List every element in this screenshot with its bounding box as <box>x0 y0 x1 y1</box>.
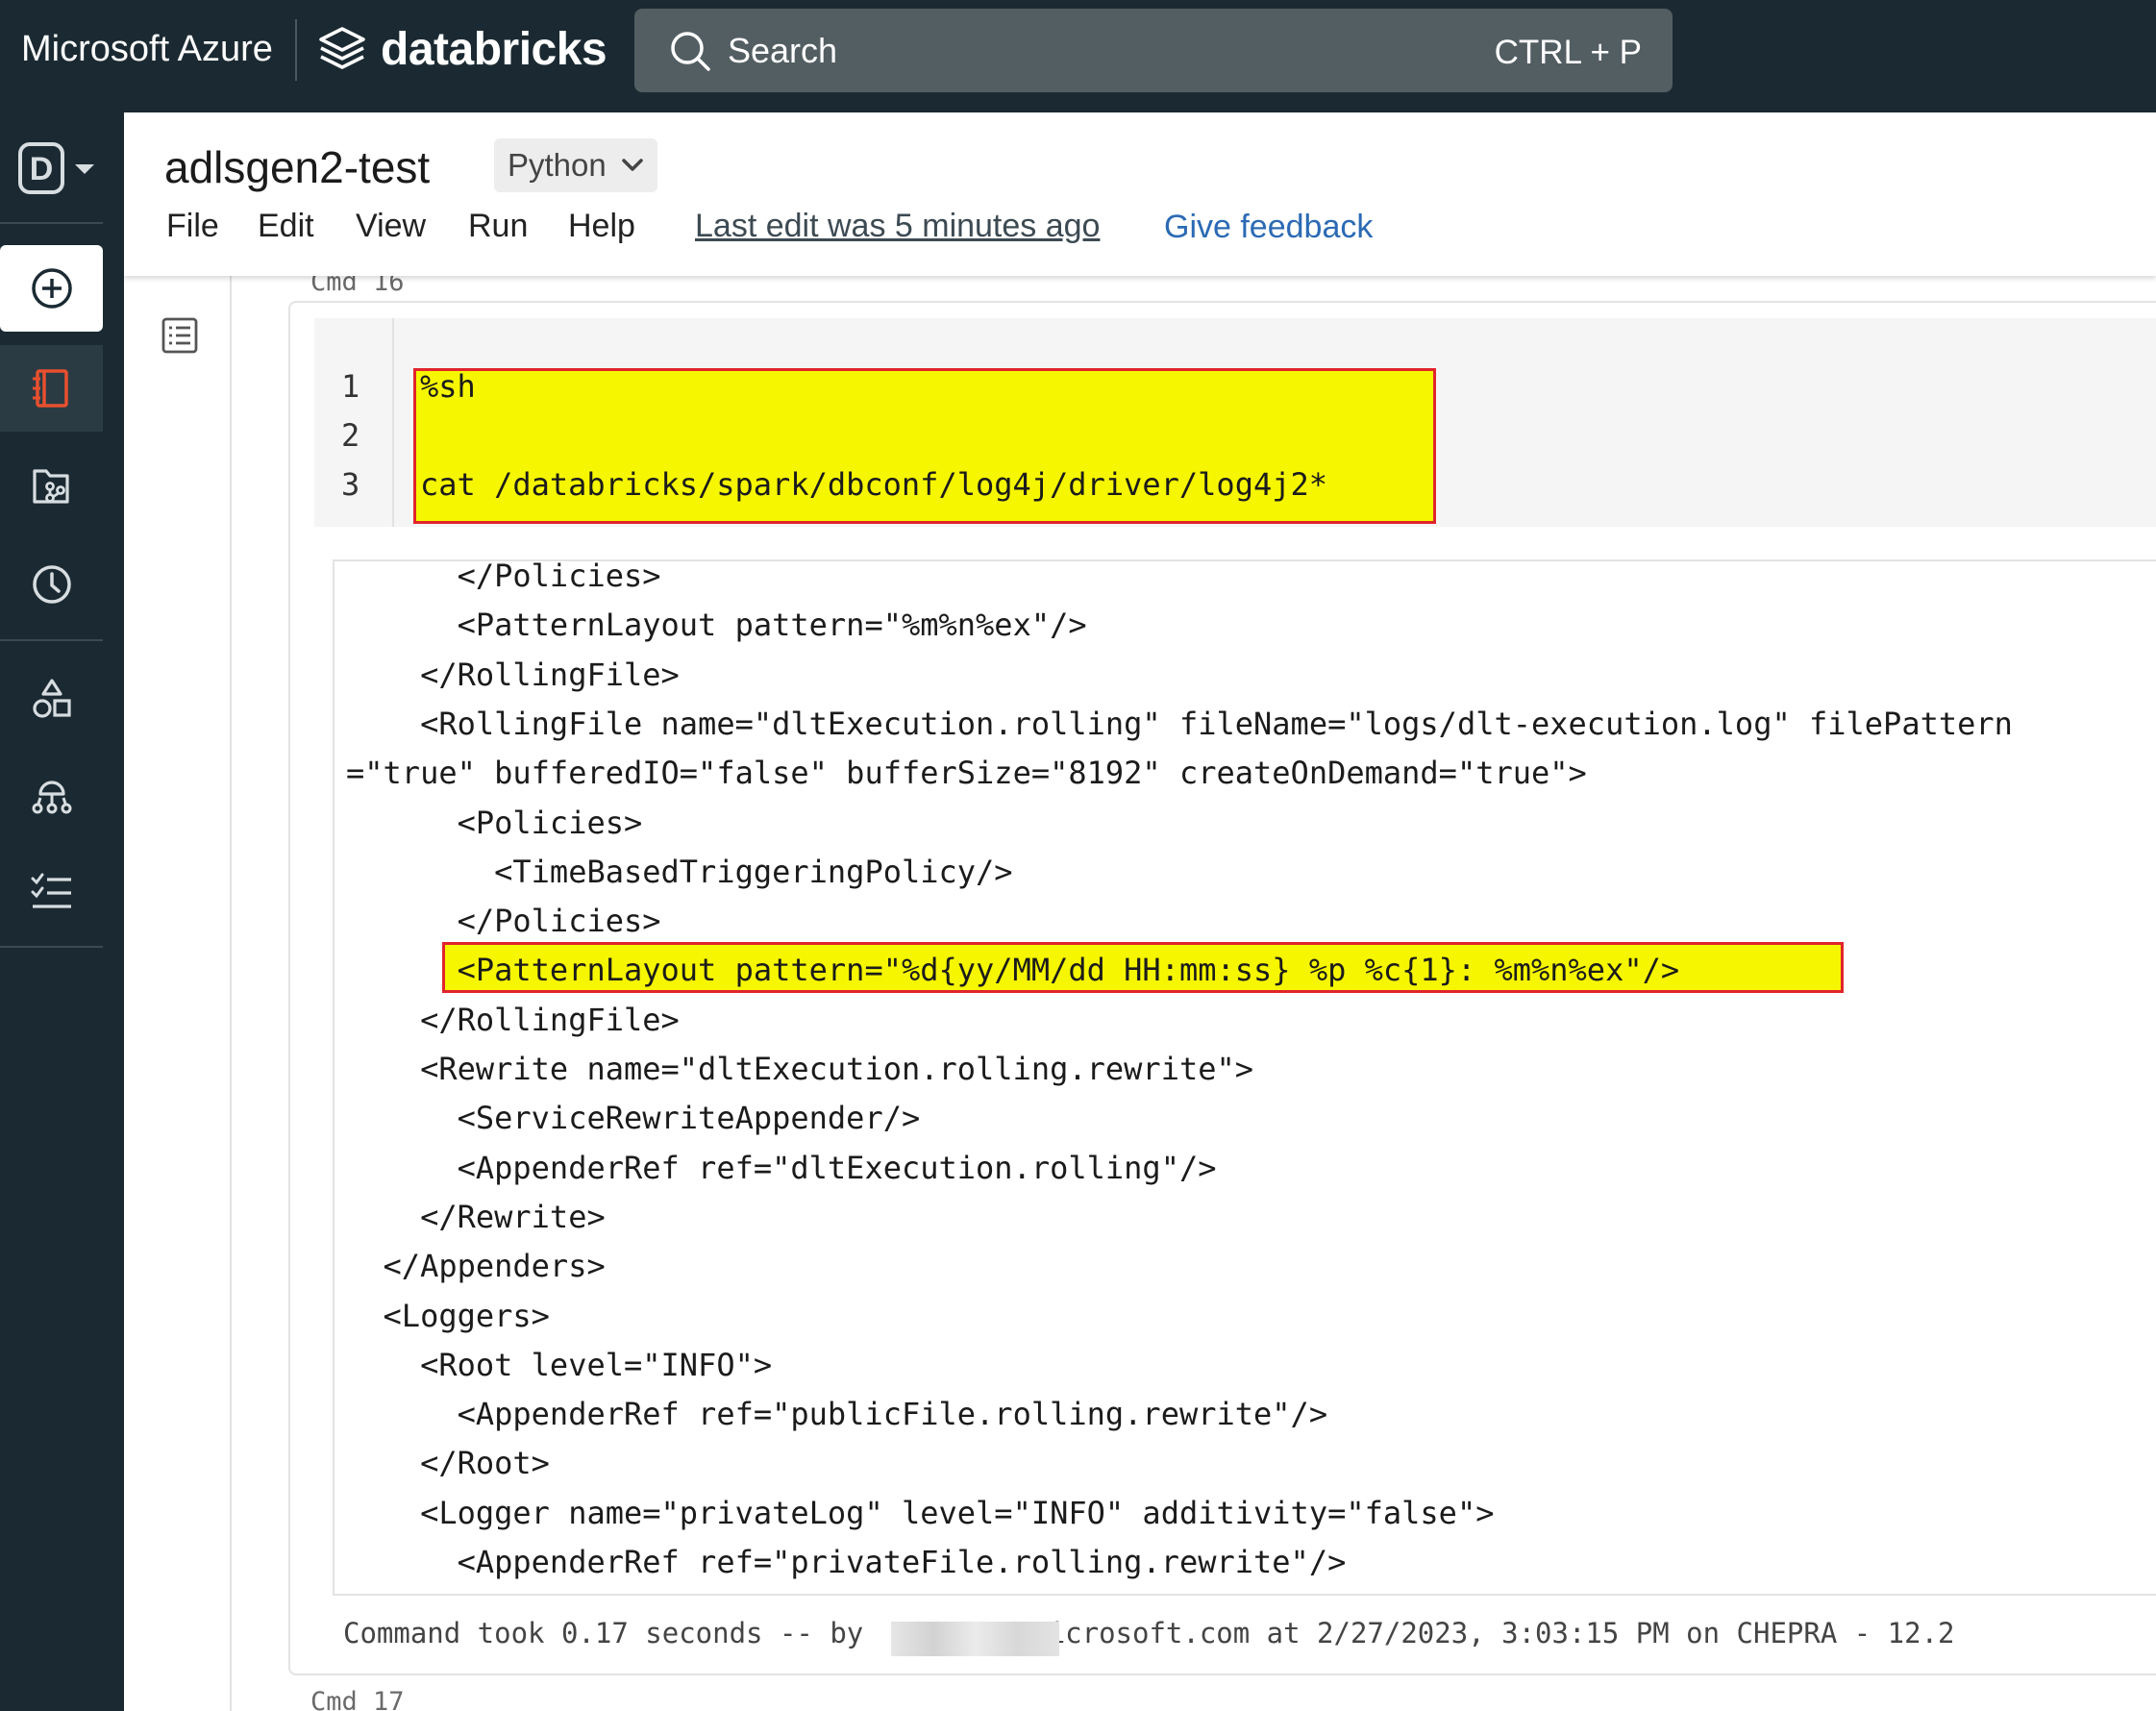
sidebar-divider <box>0 946 103 948</box>
top-bar-divider <box>295 19 297 81</box>
output-line: <AppenderRef ref="dltExecution.rolling"/… <box>346 1149 1217 1186</box>
left-sidebar: D <box>0 112 124 1711</box>
output-line: <Policies> <box>346 804 643 841</box>
menu-help[interactable]: Help <box>568 208 635 245</box>
azure-label: Microsoft Azure <box>21 29 273 69</box>
table-of-contents-icon[interactable] <box>161 316 199 355</box>
menu-run[interactable]: Run <box>468 208 528 245</box>
databricks-logo-icon <box>319 27 365 69</box>
sidebar-divider <box>0 639 103 641</box>
search-icon <box>671 32 710 71</box>
output-line: <Logger name="privateLog" level="INFO" a… <box>346 1494 1495 1531</box>
search-placeholder: Search <box>728 31 838 70</box>
search-input[interactable]: Search CTRL + P <box>634 9 1673 92</box>
sidebar-item-repos[interactable] <box>0 443 103 530</box>
output-line: </Root> <box>346 1445 550 1482</box>
menu-edit[interactable]: Edit <box>258 208 314 245</box>
next-cmd-label: Cmd 17 <box>310 1687 405 1711</box>
table-of-contents-column <box>124 276 232 1711</box>
databricks-brand-label: databricks <box>381 24 607 75</box>
notebook-icon <box>32 369 68 408</box>
output-line: </Appenders> <box>346 1248 606 1285</box>
top-bar: Microsoft Azure databricks Search CTRL +… <box>0 0 2156 112</box>
workspace-d-icon: D <box>18 142 94 194</box>
output-line: <Root level="INFO"> <box>346 1346 773 1383</box>
shapes-icon <box>32 679 71 718</box>
output-line: <AppenderRef ref="privateFile.rolling.re… <box>346 1544 1347 1580</box>
output-line: </RollingFile> <box>346 1001 680 1038</box>
notebook-header: adlsgen2-test Python File Edit View Run … <box>124 112 2156 276</box>
sidebar-item-compute[interactable] <box>0 753 103 839</box>
language-selector[interactable]: Python <box>494 138 657 192</box>
code-line: cat /databricks/spark/dbconf/log4j/drive… <box>420 466 1328 503</box>
clock-icon <box>32 565 71 604</box>
output-line: </Policies> <box>346 558 661 594</box>
footer-prefix: Command took 0.17 seconds -- by <box>343 1617 880 1649</box>
workflows-icon <box>31 873 71 908</box>
plus-circle-icon <box>31 268 72 309</box>
sidebar-item-recents[interactable] <box>0 541 103 628</box>
editor-gutter-divider <box>392 318 394 527</box>
output-line: </Policies> <box>346 903 661 940</box>
repos-icon <box>32 469 69 504</box>
output-line: <Rewrite name="dltExecution.rolling.rewr… <box>346 1051 1254 1087</box>
line-number: 1 <box>341 368 360 405</box>
footer-suffix: icrosoft.com at 2/27/2023, 3:03:15 PM on… <box>1048 1617 1955 1649</box>
line-number: 3 <box>341 466 360 503</box>
sidebar-divider <box>0 222 103 224</box>
code-line: %sh <box>420 368 476 405</box>
sidebar-item-workflows[interactable] <box>0 849 103 935</box>
output-line: <TimeBasedTriggeringPolicy/> <box>346 853 1013 890</box>
output-line: </RollingFile> <box>346 656 680 693</box>
workspace-switcher[interactable]: D <box>17 141 104 199</box>
output-line: <PatternLayout pattern="%d{yy/MM/dd HH:m… <box>346 952 1680 989</box>
output-line: <PatternLayout pattern="%m%n%ex"/> <box>346 607 1087 644</box>
menu-view[interactable]: View <box>356 208 426 245</box>
sidebar-item-data[interactable] <box>0 656 103 742</box>
search-shortcut-hint: CTRL + P <box>1494 34 1642 71</box>
sidebar-item-workspace[interactable] <box>0 345 103 432</box>
output-line: <AppenderRef ref="publicFile.rolling.rew… <box>346 1396 1328 1433</box>
output-line: <Loggers> <box>346 1297 550 1334</box>
language-label: Python <box>508 147 607 183</box>
output-line: <RollingFile name="dltExecution.rolling"… <box>346 705 2013 742</box>
output-line: </Rewrite> <box>346 1198 606 1235</box>
line-number: 2 <box>341 417 360 454</box>
last-edit-link[interactable]: Last edit was 5 minutes ago <box>695 208 1100 245</box>
menu-file[interactable]: File <box>166 208 219 245</box>
redacted-email <box>891 1622 1059 1656</box>
output-line: ="true" bufferedIO="false" bufferSize="8… <box>346 755 1587 792</box>
command-footer: Command took 0.17 seconds -- by icrosoft… <box>343 1617 1955 1649</box>
give-feedback-link[interactable]: Give feedback <box>1164 209 1373 246</box>
cluster-icon <box>32 781 71 814</box>
output-line: <ServiceRewriteAppender/> <box>346 1100 921 1137</box>
notebook-title[interactable]: adlsgen2-test <box>164 141 430 193</box>
sidebar-item-new[interactable] <box>0 245 103 332</box>
svg-text:D: D <box>30 151 54 187</box>
chevron-down-icon <box>622 159 643 171</box>
